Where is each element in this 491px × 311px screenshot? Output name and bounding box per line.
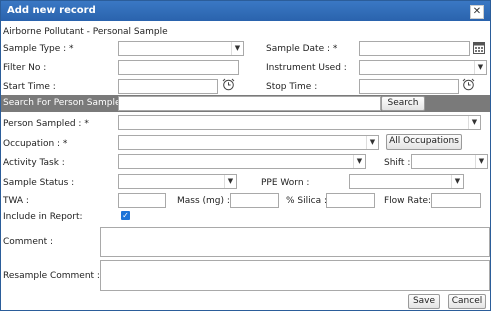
chevron-down-icon: ▼ [366, 136, 378, 149]
include-report-label: Include in Report: [3, 212, 83, 222]
sample-date-input[interactable] [359, 41, 470, 56]
activity-task-select[interactable]: ▼ [118, 154, 366, 169]
sample-type-select[interactable]: ▼ [118, 41, 244, 56]
instrument-used-select[interactable]: ▼ [359, 60, 487, 75]
mass-label: Mass (mg) : [177, 196, 230, 206]
flow-rate-input[interactable] [431, 193, 481, 208]
start-time-input[interactable] [118, 79, 218, 94]
sample-status-select[interactable]: ▼ [118, 174, 237, 189]
include-report-checkbox[interactable]: ✓ [121, 211, 130, 220]
close-icon[interactable]: ✕ [470, 5, 484, 19]
sample-date-label: Sample Date : * [266, 44, 338, 54]
chevron-down-icon: ▼ [451, 175, 463, 188]
occupation-label: Occupation : * [3, 139, 68, 149]
title-bar[interactable]: Add new record ✕ [1, 1, 490, 21]
dialog-title: Add new record [7, 5, 96, 16]
cancel-button[interactable]: Cancel [448, 294, 486, 309]
stop-time-input[interactable] [359, 79, 459, 94]
sample-status-label: Sample Status : [3, 178, 75, 188]
mass-input[interactable] [230, 193, 279, 208]
filter-no-input[interactable] [118, 60, 239, 75]
chevron-down-icon: ▼ [231, 42, 243, 55]
silica-label: % Silica : [286, 196, 327, 206]
resample-comment-textarea[interactable] [100, 260, 490, 291]
save-button[interactable]: Save [408, 294, 440, 309]
ppe-worn-select[interactable]: ▼ [349, 174, 464, 189]
all-occupations-button[interactable]: All Occupations [386, 134, 462, 150]
chevron-down-icon: ▼ [475, 155, 487, 168]
person-sampled-select[interactable]: ▼ [118, 115, 481, 130]
flow-rate-label: Flow Rate: [384, 196, 432, 206]
comment-label: Comment : [3, 237, 53, 247]
calendar-icon[interactable] [473, 42, 485, 54]
form-subtitle: Airborne Pollutant - Personal Sample [3, 27, 168, 37]
silica-input[interactable] [326, 193, 375, 208]
occupation-select[interactable]: ▼ [118, 135, 379, 150]
search-button[interactable]: Search [381, 96, 425, 111]
chevron-down-icon: ▼ [468, 116, 480, 129]
person-sampled-label: Person Sampled : * [3, 119, 89, 129]
chevron-down-icon: ▼ [353, 155, 365, 168]
chevron-down-icon: ▼ [224, 175, 236, 188]
twa-input[interactable] [118, 193, 166, 208]
chevron-down-icon: ▼ [474, 61, 486, 74]
instrument-used-label: Instrument Used : [266, 63, 347, 73]
sample-type-label: Sample Type : * [3, 44, 74, 54]
search-person-input[interactable] [118, 96, 381, 111]
stop-time-label: Stop Time : [266, 82, 318, 92]
comment-textarea[interactable] [100, 227, 490, 257]
twa-label: TWA : [3, 196, 29, 206]
ppe-worn-label: PPE Worn : [261, 178, 310, 188]
activity-task-label: Activity Task : [3, 158, 65, 168]
search-person-label: Search For Person Sampled : [3, 98, 133, 108]
add-record-dialog: Add new record ✕ Airborne Pollutant - Pe… [0, 0, 491, 311]
alarm-clock-icon[interactable] [462, 78, 475, 91]
filter-no-label: Filter No : [3, 63, 47, 73]
shift-select[interactable]: ▼ [411, 154, 488, 169]
alarm-clock-icon[interactable] [222, 78, 235, 91]
start-time-label: Start Time : [3, 82, 56, 92]
shift-label: Shift : [384, 158, 411, 168]
resample-comment-label: Resample Comment : [3, 271, 100, 281]
